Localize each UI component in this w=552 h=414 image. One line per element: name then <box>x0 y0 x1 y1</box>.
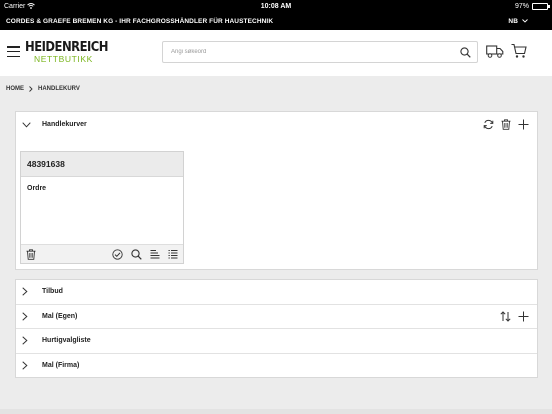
company-bar: CORDES & GRAEFE BREMEN KG - IHR FACHGROS… <box>0 12 552 30</box>
check-circle-icon[interactable] <box>112 248 123 260</box>
chevron-right-icon[interactable] <box>22 361 36 370</box>
logo-brand: HEIDENREICH <box>25 39 109 55</box>
search-icon[interactable] <box>460 46 471 58</box>
breadcrumb: HOME HANDLEKURV <box>6 86 80 92</box>
carrier-label: Carrier <box>4 2 26 10</box>
language-selector[interactable]: NB <box>508 18 546 25</box>
status-bar: Carrier 10:08 AM 97% <box>0 0 552 12</box>
search-box <box>162 41 478 63</box>
bottom-bar <box>0 409 552 414</box>
section-label: Mal (Egen) <box>42 312 78 320</box>
plus-icon[interactable] <box>518 119 529 130</box>
search-icon[interactable] <box>131 248 142 260</box>
section-tilbud[interactable]: Tilbud <box>16 280 537 305</box>
section-mal-egen[interactable]: Mal (Egen) <box>16 305 537 329</box>
logo-sub: NETTBUTIKK <box>34 54 93 64</box>
refresh-icon[interactable] <box>483 119 494 130</box>
plus-icon[interactable] <box>518 311 529 322</box>
details-icon[interactable] <box>150 249 160 259</box>
section-hurtigvalgliste[interactable]: Hurtigvalgliste <box>16 329 537 354</box>
list-icon[interactable] <box>168 249 178 259</box>
trash-icon[interactable] <box>501 119 511 130</box>
chevron-right-icon[interactable] <box>22 312 36 321</box>
section-label: Mal (Firma) <box>42 362 80 370</box>
handlekurver-title: Handlekurver <box>42 121 87 128</box>
company-name: CORDES & GRAEFE BREMEN KG - IHR FACHGROS… <box>6 17 274 25</box>
breadcrumb-current: HANDLEKURV <box>38 86 80 92</box>
chevron-down-icon <box>522 19 528 23</box>
handlekurver-header[interactable]: Handlekurver <box>16 112 537 137</box>
chevron-right-icon <box>29 86 33 92</box>
cart-card[interactable]: 48391638 Ordre <box>20 151 184 264</box>
clock: 10:08 AM <box>260 2 292 10</box>
truck-icon[interactable] <box>486 44 504 59</box>
cart-icon[interactable] <box>511 43 527 59</box>
language-code: NB <box>508 17 518 25</box>
logo[interactable]: HEIDENREICH NETTBUTIKK <box>25 39 109 65</box>
sections-panel: Tilbud Mal (Egen) Hurtigvalgliste Mal (F… <box>15 279 538 378</box>
trash-icon[interactable] <box>26 248 36 260</box>
search-input[interactable] <box>171 49 460 55</box>
breadcrumb-home[interactable]: HOME <box>6 86 24 92</box>
section-label: Tilbud <box>42 288 63 296</box>
cart-card-toolbar <box>21 244 183 263</box>
chevron-down-icon[interactable] <box>22 121 36 128</box>
battery-icon <box>531 2 550 10</box>
battery-percent: 97% <box>514 2 529 10</box>
section-mal-firma[interactable]: Mal (Firma) <box>16 354 537 379</box>
menu-icon[interactable] <box>7 46 20 57</box>
chevron-right-icon[interactable] <box>22 336 36 345</box>
cart-number: 48391638 <box>21 152 183 177</box>
chevron-right-icon[interactable] <box>22 287 36 296</box>
sort-icon[interactable] <box>500 311 511 322</box>
wifi-icon <box>27 3 36 9</box>
section-label: Hurtigvalgliste <box>42 337 91 345</box>
cart-label: Ordre <box>27 185 47 192</box>
